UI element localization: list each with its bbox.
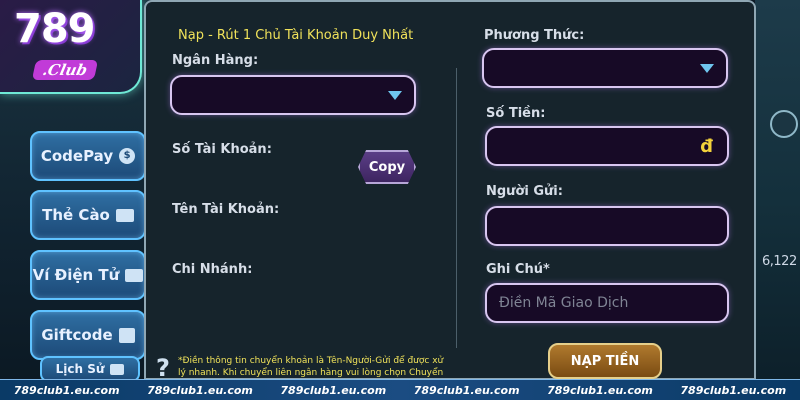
coin-icon: $ — [119, 148, 136, 164]
logo-number: 789 — [14, 6, 95, 52]
sidebar-item-vi-dien-tu[interactable]: Ví Điện Tử — [30, 250, 146, 300]
sidebar-item-the-cao[interactable]: Thẻ Cào — [30, 190, 146, 240]
sidebar-item-giftcode[interactable]: Giftcode — [30, 310, 146, 360]
history-label: Lịch Sử — [55, 362, 105, 376]
bank-select[interactable] — [170, 75, 416, 115]
footer-domain: 789club1.eu.com — [13, 383, 120, 397]
column-divider — [456, 68, 457, 348]
sender-label: Người Gửi: — [486, 184, 563, 199]
method-label: Phương Thức: — [484, 28, 585, 43]
footer-domain: 789club1.eu.com — [547, 383, 653, 397]
gift-icon — [118, 327, 135, 343]
footer-domain: 789club1.eu.com — [413, 383, 520, 397]
background-counter: 6,122 — [762, 254, 797, 269]
logo-club: .Club — [31, 60, 99, 80]
branch-label: Chi Nhánh: — [172, 262, 253, 277]
account-number-label: Số Tài Khoản: — [172, 142, 272, 157]
help-icon[interactable]: ? — [156, 354, 170, 382]
logo: 789 .Club — [0, 0, 142, 94]
wallet-icon — [125, 268, 144, 282]
right-background — [755, 0, 800, 400]
bank-label: Ngân Hàng: — [172, 53, 259, 68]
chevron-down-icon — [700, 64, 714, 73]
history-icon — [110, 363, 125, 375]
footer-banner: 789club1.eu.com 789club1.eu.com 789club1… — [0, 379, 800, 400]
currency-symbol: đ — [700, 136, 713, 157]
sidebar-item-label: CodePay — [40, 147, 114, 165]
note-placeholder: Điền Mã Giao Dịch — [499, 295, 629, 311]
sidebar-item-label: Giftcode — [41, 326, 113, 344]
footnote-text: *Điền thông tin chuyển khoản là Tên-Ngườ… — [178, 356, 444, 378]
sender-input[interactable] — [485, 206, 729, 246]
copy-button[interactable]: Copy — [358, 150, 416, 184]
amount-label: Số Tiền: — [486, 106, 546, 121]
notice-text: Nạp - Rút 1 Chủ Tài Khoản Duy Nhất — [178, 28, 414, 43]
sidebar-item-label: Ví Điện Tử — [32, 266, 120, 284]
card-icon — [115, 208, 134, 222]
account-name-label: Tên Tài Khoản: — [172, 202, 280, 217]
sidebar-item-label: Thẻ Cào — [42, 206, 110, 224]
chevron-down-icon — [388, 91, 402, 100]
background-badge-icon — [770, 110, 798, 138]
footer-domain: 789club1.eu.com — [280, 383, 387, 397]
method-select[interactable] — [482, 48, 728, 88]
note-label: Ghi Chú* — [486, 262, 550, 277]
footer-domain: 789club1.eu.com — [680, 383, 787, 397]
sidebar-item-codepay[interactable]: CodePay $ — [30, 131, 146, 181]
amount-input[interactable]: đ — [485, 126, 729, 166]
footer-domain: 789club1.eu.com — [147, 383, 253, 397]
note-input[interactable]: Điền Mã Giao Dịch — [485, 283, 729, 323]
deposit-submit-button[interactable]: NẠP TIỀN — [548, 343, 662, 379]
